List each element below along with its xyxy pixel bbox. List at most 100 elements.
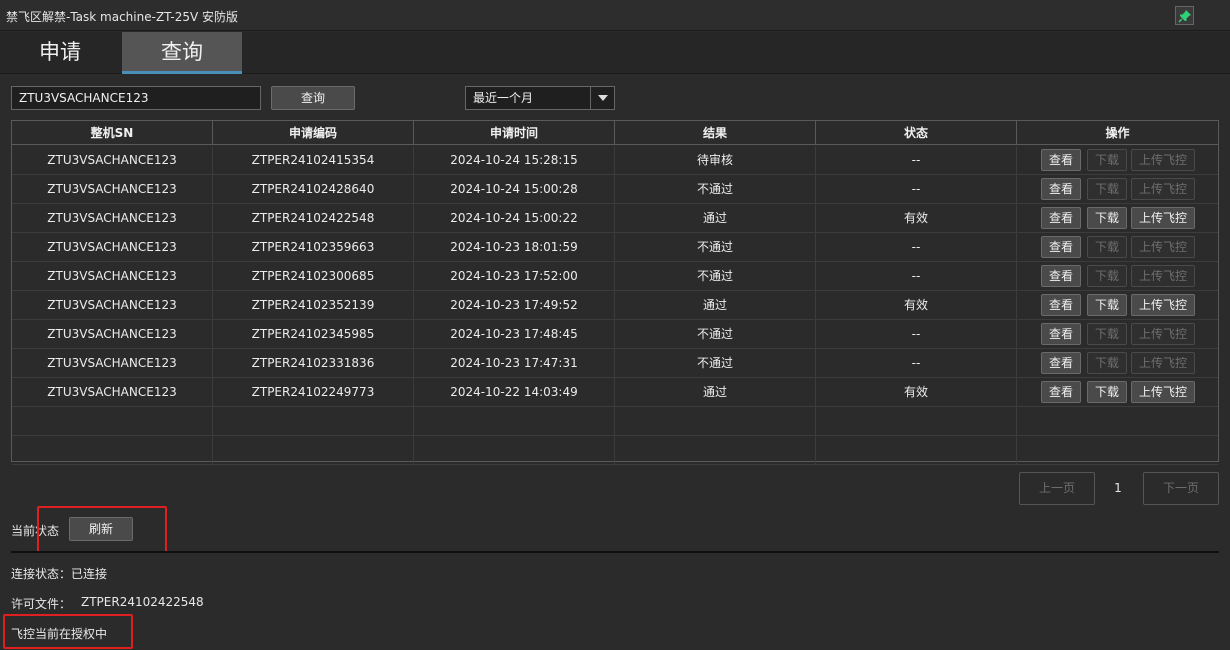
cell-status — [816, 407, 1017, 436]
table-row: ZTU3VSACHANCE123 ZTPER24102352139 2024-10-… — [12, 291, 1218, 320]
upload-flight-control-button[interactable]: 上传飞控 — [1131, 207, 1195, 229]
view-button[interactable]: 查看 — [1041, 352, 1081, 374]
view-button[interactable]: 查看 — [1041, 178, 1081, 200]
cell-result: 通过 — [615, 204, 816, 233]
table-row: ZTU3VSACHANCE123 ZTPER24102422548 2024-10-… — [12, 204, 1218, 233]
download-button[interactable]: 下载 — [1087, 294, 1127, 316]
download-button: 下载 — [1087, 236, 1127, 258]
cell-result: 通过 — [615, 378, 816, 407]
cell-sn: ZTU3VSACHANCE123 — [12, 233, 213, 262]
table-header: 整机SN 申请编码 申请时间 结果 状态 操作 — [12, 121, 1218, 145]
cell-actions: 查看 下载 上传飞控 — [1017, 233, 1218, 262]
cell-code: ZTPER24102359663 — [213, 233, 414, 262]
cell-code — [213, 407, 414, 436]
cell-result: 不通过 — [615, 320, 816, 349]
query-button[interactable]: 查询 — [271, 86, 355, 110]
page-number: 1 — [1114, 481, 1122, 495]
upload-flight-control-button[interactable]: 上传飞控 — [1131, 294, 1195, 316]
cell-result — [615, 436, 816, 465]
cell-sn: ZTU3VSACHANCE123 — [12, 204, 213, 233]
prev-page-button[interactable]: 上一页 — [1019, 472, 1095, 505]
table-row: ZTU3VSACHANCE123 ZTPER24102249773 2024-10-… — [12, 378, 1218, 407]
cell-sn: ZTU3VSACHANCE123 — [12, 320, 213, 349]
cell-result: 不通过 — [615, 262, 816, 291]
cell-sn: ZTU3VSACHANCE123 — [12, 146, 213, 175]
col-header-result: 结果 — [615, 121, 816, 145]
download-button: 下载 — [1087, 265, 1127, 287]
cell-actions: 查看 下载 上传飞控 — [1017, 378, 1218, 407]
upload-flight-control-button: 上传飞控 — [1131, 149, 1195, 171]
cell-actions — [1017, 407, 1218, 436]
tab-apply[interactable]: 申请 — [0, 32, 120, 74]
connection-status: 连接状态：已连接 — [11, 567, 108, 581]
view-button[interactable]: 查看 — [1041, 381, 1081, 403]
col-header-actions: 操作 — [1105, 126, 1130, 140]
upload-flight-control-button: 上传飞控 — [1131, 178, 1195, 200]
cell-code — [213, 436, 414, 465]
cell-result: 待审核 — [615, 146, 816, 175]
records-table: 整机SN 申请编码 申请时间 结果 状态 操作 ZTU3VSACHANCE123… — [11, 120, 1219, 465]
empty-table-row — [12, 436, 1218, 465]
cell-time — [414, 407, 615, 436]
download-button: 下载 — [1087, 352, 1127, 374]
cell-time: 2024-10-23 17:48:45 — [414, 320, 615, 349]
upload-flight-control-button[interactable]: 上传飞控 — [1131, 381, 1195, 403]
cell-code: ZTPER24102428640 — [213, 175, 414, 204]
cell-sn: ZTU3VSACHANCE123 — [12, 175, 213, 204]
window-title: 禁飞区解禁-Task machine-ZT-25V 安防版 — [6, 10, 239, 24]
license-file-label: 许可文件： — [11, 597, 72, 611]
next-page-button[interactable]: 下一页 — [1143, 472, 1219, 505]
table-row: ZTU3VSACHANCE123 ZTPER24102300685 2024-10-… — [12, 262, 1218, 291]
cell-time: 2024-10-24 15:28:15 — [414, 146, 615, 175]
cell-code: ZTPER24102422548 — [213, 204, 414, 233]
table-row: ZTU3VSACHANCE123 ZTPER24102331836 2024-10-… — [12, 349, 1218, 378]
col-header-sn: 整机SN — [12, 121, 213, 145]
cell-code: ZTPER24102415354 — [213, 146, 414, 175]
highlight-box-refresh — [37, 506, 167, 553]
view-button[interactable]: 查看 — [1041, 294, 1081, 316]
col-header-status: 状态 — [816, 121, 1017, 145]
view-button[interactable]: 查看 — [1041, 149, 1081, 171]
cell-status — [816, 436, 1017, 465]
cell-result — [615, 407, 816, 436]
cell-sn — [12, 407, 213, 436]
cell-actions: 查看 下载 上传飞控 — [1017, 262, 1218, 291]
highlight-box-authorization — [3, 614, 133, 649]
chevron-down-icon — [598, 95, 608, 101]
cell-sn: ZTU3VSACHANCE123 — [12, 262, 213, 291]
tab-query[interactable]: 查询 — [122, 32, 242, 74]
view-button[interactable]: 查看 — [1041, 265, 1081, 287]
cell-status: 有效 — [816, 378, 1017, 407]
download-button[interactable]: 下载 — [1087, 207, 1127, 229]
download-button: 下载 — [1087, 149, 1127, 171]
cell-actions: 查看 下载 上传飞控 — [1017, 146, 1218, 175]
cell-sn: ZTU3VSACHANCE123 — [12, 291, 213, 320]
cell-result: 不通过 — [615, 349, 816, 378]
view-button[interactable]: 查看 — [1041, 236, 1081, 258]
cell-code: ZTPER24102331836 — [213, 349, 414, 378]
view-button[interactable]: 查看 — [1041, 207, 1081, 229]
pin-icon — [1178, 10, 1191, 23]
cell-time: 2024-10-23 18:01:59 — [414, 233, 615, 262]
pin-button[interactable] — [1175, 6, 1194, 25]
cell-actions: 查看 下载 上传飞控 — [1017, 291, 1218, 320]
cell-status: -- — [816, 262, 1017, 291]
cell-code: ZTPER24102249773 — [213, 378, 414, 407]
time-range-select[interactable]: 最近一个月 — [465, 86, 615, 110]
cell-time: 2024-10-24 15:00:22 — [414, 204, 615, 233]
cell-sn — [12, 436, 213, 465]
sn-search-input[interactable]: ZTU3VSACHANCE123 — [11, 86, 261, 110]
upload-flight-control-button: 上传飞控 — [1131, 265, 1195, 287]
download-button[interactable]: 下载 — [1087, 381, 1127, 403]
view-button[interactable]: 查看 — [1041, 323, 1081, 345]
cell-time: 2024-10-24 15:00:28 — [414, 175, 615, 204]
upload-flight-control-button: 上传飞控 — [1131, 352, 1195, 374]
cell-sn: ZTU3VSACHANCE123 — [12, 378, 213, 407]
cell-time: 2024-10-22 14:03:49 — [414, 378, 615, 407]
time-range-dropdown-button[interactable] — [590, 87, 614, 109]
cell-status: -- — [816, 233, 1017, 262]
table-row: ZTU3VSACHANCE123 ZTPER24102428640 2024-10-… — [12, 175, 1218, 204]
col-header-code: 申请编码 — [213, 121, 414, 145]
cell-result: 通过 — [615, 291, 816, 320]
cell-status: -- — [816, 320, 1017, 349]
